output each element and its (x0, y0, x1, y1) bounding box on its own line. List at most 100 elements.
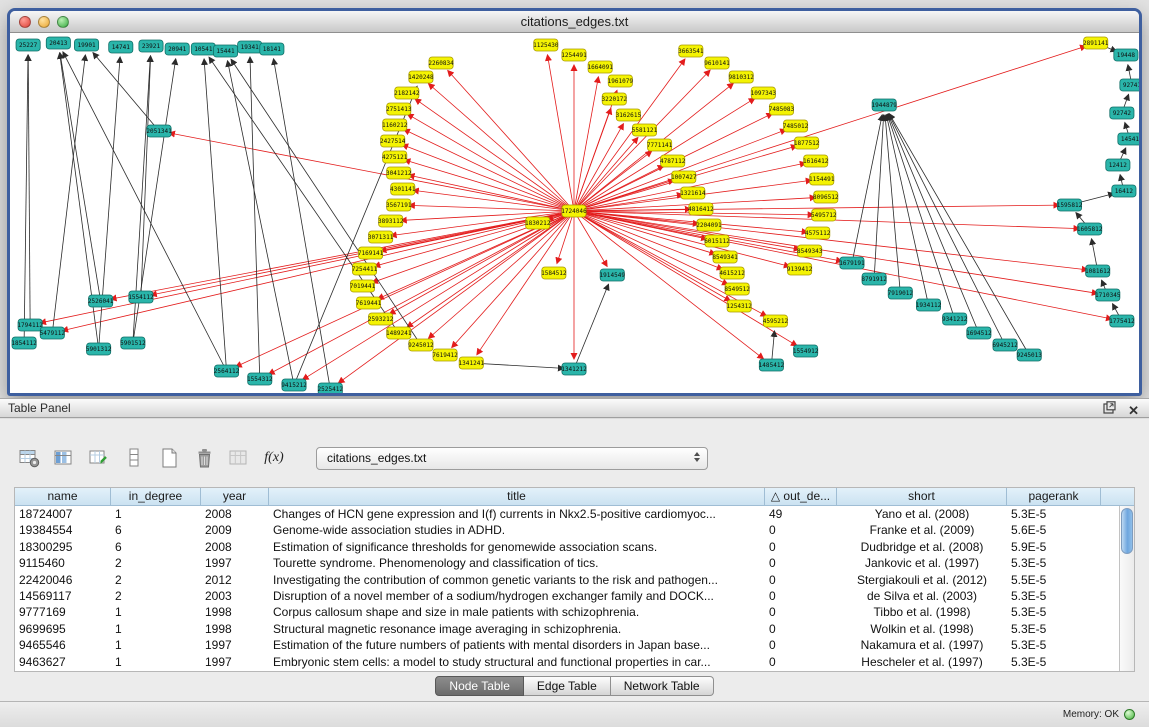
graph-node[interactable]: 2525412 (318, 383, 344, 393)
graph-node[interactable]: 7169141 (358, 247, 384, 259)
graph-node[interactable]: 19341 (238, 41, 262, 53)
graph-node[interactable]: 9245012 (408, 339, 434, 351)
minimize-button[interactable] (38, 16, 50, 28)
network-view[interactable]: 1724046226083414202482182142275141311602… (10, 33, 1139, 393)
graph-node[interactable]: 2593212 (368, 313, 394, 325)
graph-node[interactable]: 8549512 (724, 283, 750, 295)
graph-node[interactable]: 2260834 (428, 57, 454, 69)
graph-node[interactable]: 5495712 (811, 209, 837, 221)
graph-node[interactable]: 2751413 (386, 103, 412, 115)
graph-node[interactable]: 1961079 (608, 75, 634, 87)
citation-edge-black[interactable] (63, 52, 227, 371)
graph-node[interactable]: 1254491 (561, 49, 587, 61)
graph-node[interactable]: 7485012 (783, 120, 809, 132)
graph-node[interactable]: 1584512 (541, 267, 567, 279)
graph-node[interactable]: 3567191 (386, 199, 412, 211)
table-row[interactable]: 1872400712008Changes of HCN gene express… (15, 506, 1119, 522)
graph-node[interactable]: 1694512 (966, 327, 992, 339)
delete-table-icon[interactable] (191, 445, 217, 471)
graph-node[interactable]: 1485412 (759, 359, 785, 371)
table-row[interactable]: 911546021997Tourette syndrome. Phenomeno… (15, 555, 1119, 571)
tab-network-table[interactable]: Network Table (611, 676, 714, 696)
citation-edge-red[interactable] (62, 211, 574, 331)
citation-edge-black[interactable] (204, 59, 226, 371)
show-columns-icon[interactable] (51, 445, 77, 471)
column-header-pagerank[interactable]: pagerank (1007, 488, 1101, 506)
table-row[interactable]: 946362711997Embryonic stem cells: a mode… (15, 654, 1119, 670)
graph-node[interactable]: 2051341 (146, 125, 172, 137)
citation-edge-red[interactable] (428, 84, 574, 211)
citation-edge-black[interactable] (28, 55, 30, 325)
graph-node[interactable]: 5479112 (40, 327, 66, 339)
graph-node[interactable]: 1489241 (386, 327, 412, 339)
table-scrollbar[interactable] (1119, 506, 1134, 671)
table-options-icon[interactable] (16, 445, 42, 471)
graph-node[interactable]: 1616412 (803, 155, 829, 167)
citation-edge-black[interactable] (874, 115, 883, 279)
tab-edge-table[interactable]: Edge Table (524, 676, 611, 696)
graph-node[interactable]: 12412 (1106, 159, 1130, 171)
citation-edge-red[interactable] (547, 55, 574, 211)
graph-node[interactable]: 20941 (165, 43, 189, 55)
graph-node[interactable]: 9245013 (1016, 349, 1042, 361)
graph-node[interactable]: 16412 (1112, 185, 1136, 197)
citation-edge-black[interactable] (886, 115, 928, 305)
graph-node[interactable]: 3220172 (602, 93, 628, 105)
graph-node[interactable]: 1679191 (839, 257, 865, 269)
graph-node[interactable]: 4595212 (763, 315, 789, 327)
graph-node[interactable]: 8096512 (813, 191, 839, 203)
graph-node[interactable]: 9415212 (281, 379, 307, 391)
graph-node[interactable]: 7619441 (356, 297, 382, 309)
graph-node[interactable]: 14741 (109, 41, 133, 53)
citation-edge-red[interactable] (111, 211, 574, 299)
graph-node[interactable]: 1877512 (794, 137, 820, 149)
citation-edge-black[interactable] (889, 114, 1005, 345)
graph-node[interactable]: 3893112 (378, 215, 404, 227)
graph-node[interactable]: 7019441 (350, 280, 376, 292)
graph-node[interactable]: 8549341 (712, 251, 738, 263)
graph-node[interactable]: 7919012 (888, 287, 914, 299)
zoom-button[interactable] (57, 16, 69, 28)
graph-node[interactable]: 1554112 (128, 291, 154, 303)
table-row[interactable]: 946554611997Estimation of the future num… (15, 637, 1119, 653)
graph-node[interactable]: 1554912 (793, 345, 819, 357)
graph-node[interactable]: 1710345 (1095, 289, 1121, 301)
graph-node[interactable]: 1934112 (916, 299, 942, 311)
table-selector[interactable]: citations_edges.txt (316, 447, 708, 470)
graph-node[interactable]: 2526041 (88, 295, 114, 307)
float-panel-icon[interactable] (1103, 401, 1116, 419)
graph-node[interactable]: 4615212 (719, 267, 745, 279)
citation-edge-black[interactable] (250, 57, 260, 379)
graph-node[interactable]: 92741 (1120, 79, 1139, 91)
graph-node[interactable]: 1154491 (809, 173, 835, 185)
window-titlebar[interactable]: citations_edges.txt (10, 11, 1139, 33)
graph-node[interactable]: 19901 (74, 39, 98, 51)
graph-node[interactable]: 1595812 (1057, 199, 1083, 211)
graph-node[interactable]: 6945212 (992, 339, 1018, 351)
network-canvas[interactable]: 1724046226083414202482182142275141311602… (10, 33, 1139, 393)
graph-node[interactable]: 3663541 (678, 45, 704, 57)
column-header-in-degree[interactable]: in_degree (111, 488, 201, 506)
graph-node[interactable]: 14541 (1118, 133, 1139, 145)
graph-node[interactable]: 1160212 (382, 119, 408, 131)
new-table-icon[interactable] (156, 445, 182, 471)
citation-edge-black[interactable] (574, 284, 608, 369)
table-row[interactable]: 2242004622012Investigating the contribut… (15, 572, 1119, 588)
graph-node[interactable]: 92742 (1110, 107, 1134, 119)
graph-node[interactable]: 5901312 (86, 343, 112, 355)
graph-node[interactable]: 7619412 (432, 349, 458, 361)
graph-node[interactable]: 1854112 (11, 337, 37, 349)
graph-node[interactable]: 9341212 (942, 313, 968, 325)
citation-edge-black[interactable] (24, 55, 28, 343)
graph-node[interactable]: 20413 (46, 37, 70, 49)
column-header-name[interactable]: name (15, 488, 111, 506)
graph-node[interactable]: 1830212 (525, 217, 551, 229)
graph-node[interactable]: 3162615 (616, 109, 642, 121)
citation-edge-red[interactable] (407, 114, 574, 211)
citation-edge-black[interactable] (60, 53, 101, 301)
graph-node[interactable]: 15441 (213, 45, 237, 57)
citation-edge-black[interactable] (471, 363, 564, 368)
close-button[interactable] (19, 16, 31, 28)
graph-node[interactable]: 4275121 (382, 151, 408, 163)
graph-node[interactable]: 4816412 (688, 203, 714, 215)
